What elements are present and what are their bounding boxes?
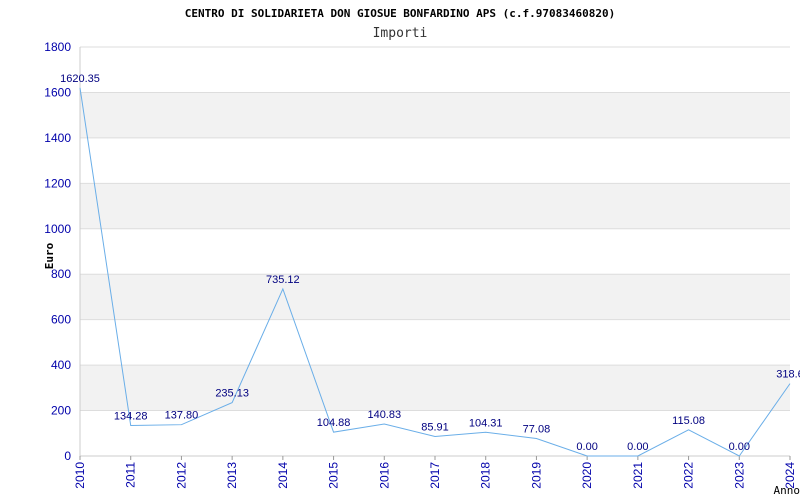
x-tick-label: 2022: [682, 462, 696, 489]
x-axis-ticks: 2010 2011 2012 2013 2014 2015 2016 2017 2018 2019…: [73, 456, 797, 489]
data-label: 104.88: [317, 417, 351, 429]
y-tick-label: 1600: [44, 85, 71, 99]
data-label: 235.13: [215, 388, 249, 400]
y-tick-label: 600: [51, 313, 71, 327]
data-label: 85.91: [421, 421, 449, 433]
plot-background-bands: [80, 92, 790, 411]
y-tick-label: 1800: [44, 40, 71, 54]
x-tick-label: 2021: [631, 462, 645, 489]
y-tick-label: 1000: [44, 222, 71, 236]
y-tick-label: 1200: [44, 176, 71, 190]
x-tick-label: 2011: [124, 462, 138, 488]
x-axis-label: Anno: [774, 484, 800, 497]
data-label: 318.6: [776, 369, 800, 381]
x-tick-label: 2017: [428, 462, 442, 489]
y-tick-label: 400: [51, 358, 71, 372]
data-label: 0.00: [627, 441, 648, 453]
x-tick-label: 2020: [580, 462, 594, 489]
data-label: 0.00: [576, 441, 597, 453]
y-axis-label: Euro: [43, 242, 56, 269]
x-tick-label: 2023: [732, 462, 746, 489]
data-label: 77.08: [523, 423, 551, 435]
x-tick-label: 2013: [225, 462, 239, 489]
plot-band: [80, 92, 790, 138]
chart-title: CENTRO DI SOLIDARIETA DON GIOSUE BONFARD…: [185, 7, 615, 20]
plot-band: [80, 274, 790, 320]
x-tick-label: 2012: [174, 462, 188, 489]
data-label: 140.83: [367, 409, 401, 421]
line-chart: CENTRO DI SOLIDARIETA DON GIOSUE BONFARD…: [43, 7, 800, 497]
x-tick-label: 2018: [479, 462, 493, 489]
chart-subtitle: Importi: [373, 26, 428, 41]
data-label: 104.31: [469, 417, 503, 429]
data-label: 0.00: [729, 441, 750, 453]
y-tick-label: 0: [64, 449, 71, 463]
data-label: 137.80: [165, 410, 199, 422]
data-label: 134.28: [114, 410, 148, 422]
data-label: 735.12: [266, 274, 300, 286]
data-label: 1620.35: [60, 73, 100, 85]
plot-band: [80, 183, 790, 229]
x-tick-label: 2010: [73, 462, 87, 489]
y-tick-label: 1400: [44, 131, 71, 145]
x-tick-label: 2016: [377, 462, 391, 489]
y-tick-label: 200: [51, 404, 71, 418]
data-label: 115.08: [672, 415, 705, 427]
x-tick-label: 2015: [327, 462, 341, 489]
plot-band: [80, 365, 790, 411]
x-tick-label: 2019: [529, 462, 543, 489]
x-tick-label: 2014: [276, 462, 290, 489]
